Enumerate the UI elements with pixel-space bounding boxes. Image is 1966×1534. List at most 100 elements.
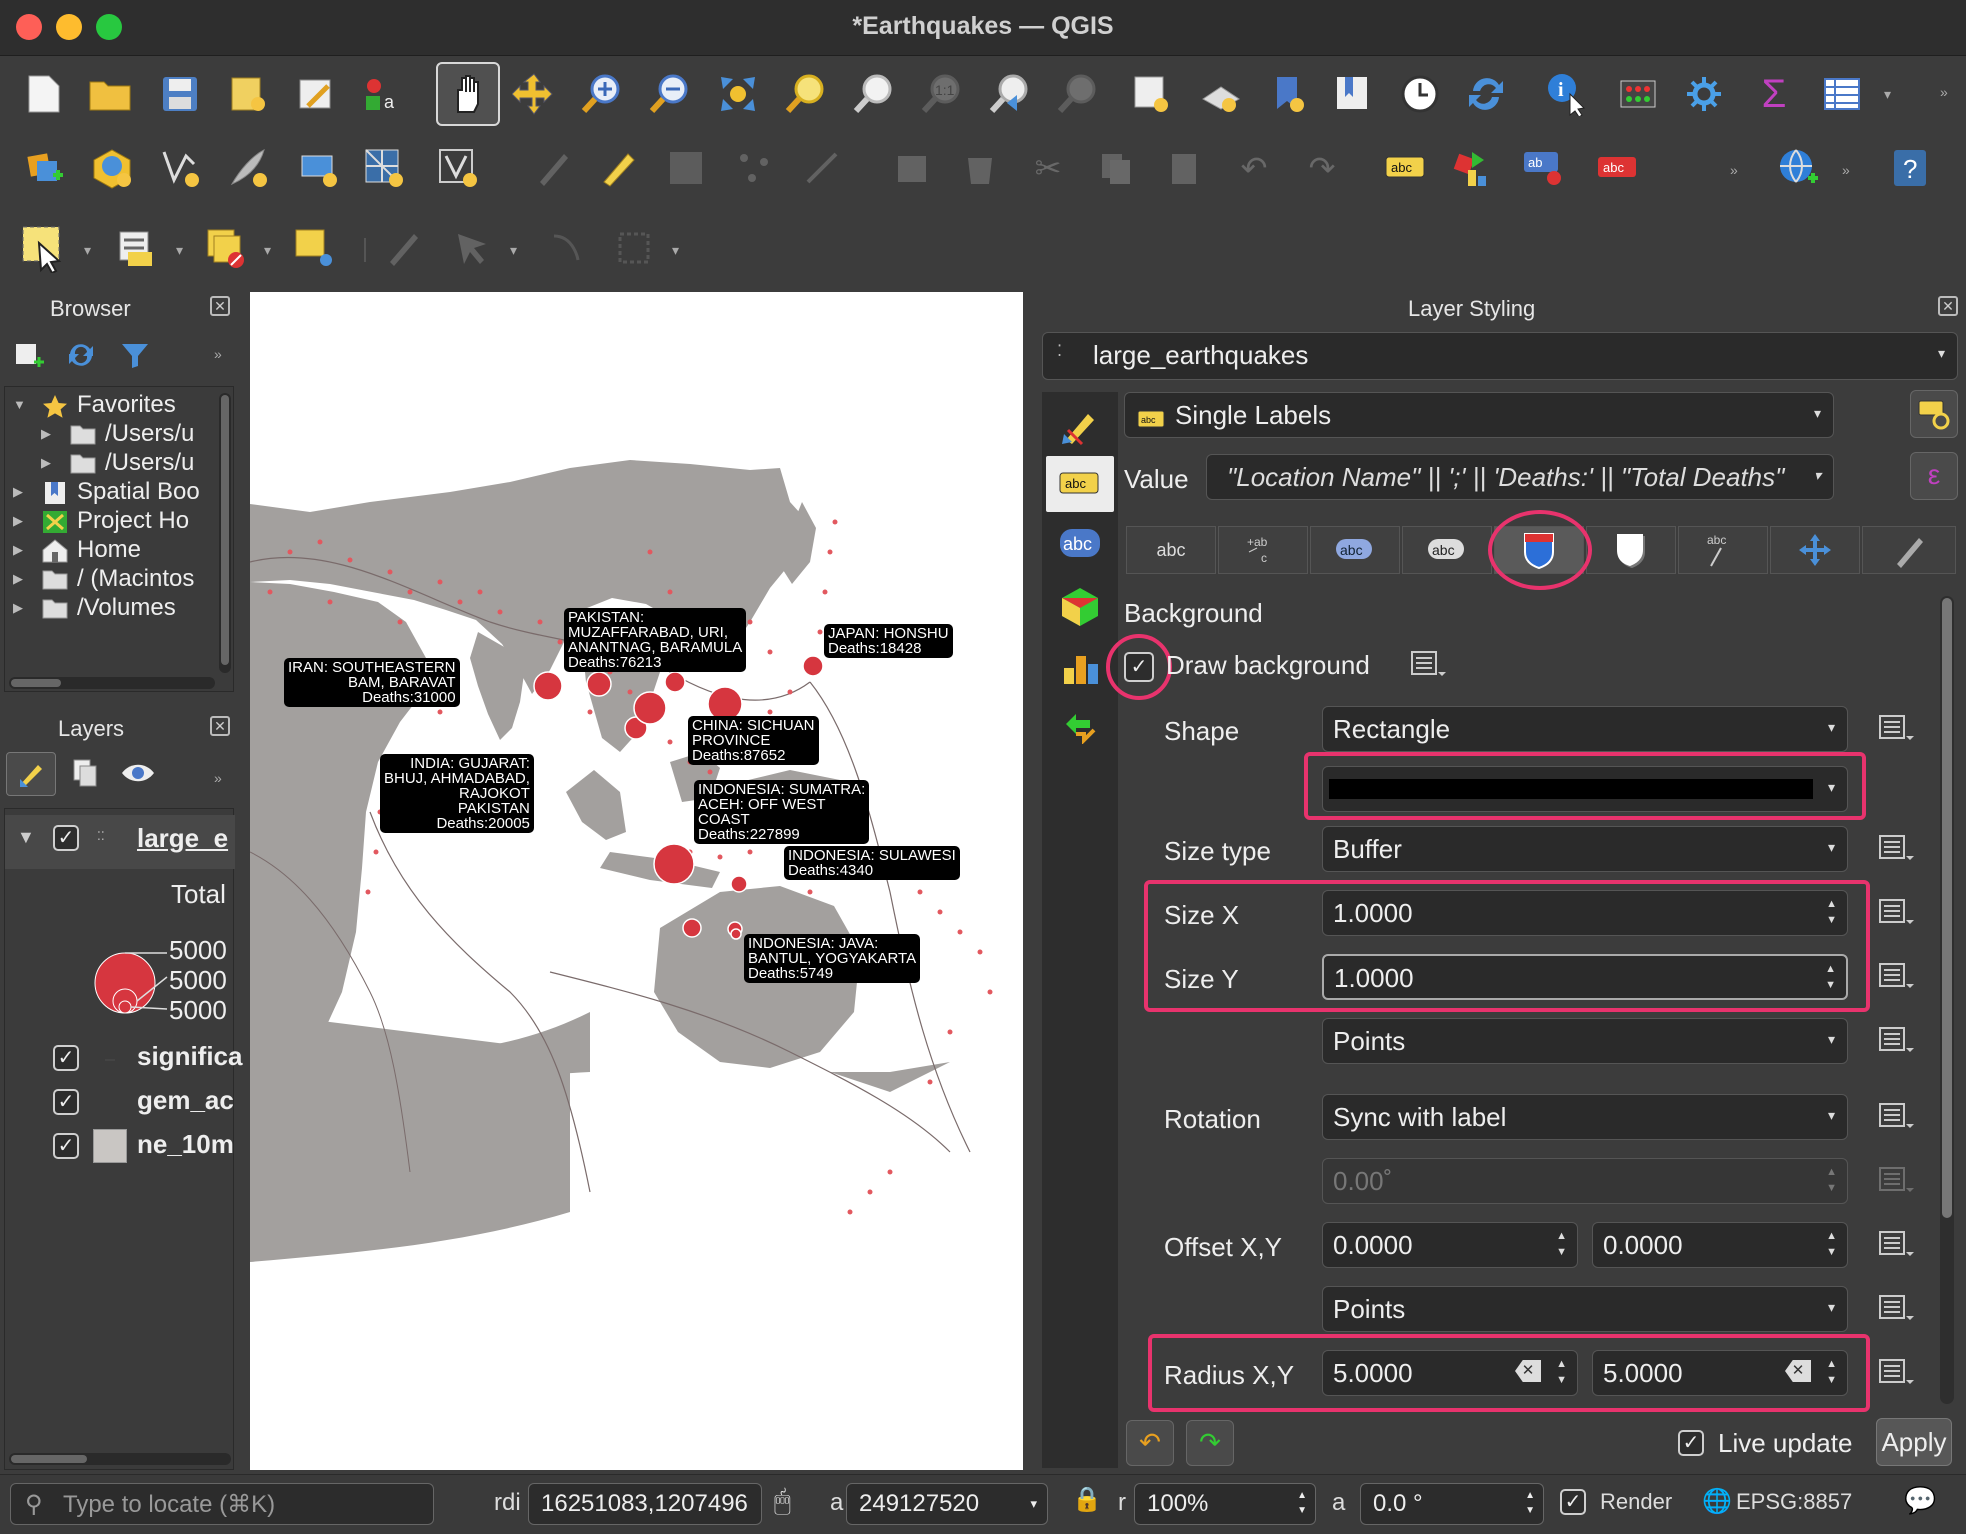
expression-builder-icon[interactable]: ε xyxy=(1910,452,1958,500)
close-layers-panel-button[interactable]: ✕ xyxy=(210,716,230,736)
new-bookmark-icon[interactable] xyxy=(1260,66,1316,122)
annotation-tool-icon[interactable] xyxy=(376,220,432,276)
expand-arrow-icon[interactable]: ▶ xyxy=(13,484,23,500)
new-print-layout-icon[interactable] xyxy=(220,66,276,122)
pan-map-icon[interactable] xyxy=(436,62,500,126)
browser-item[interactable]: ▶ /Users/u xyxy=(5,449,217,478)
chevron-down-icon[interactable]: ▾ xyxy=(264,242,271,259)
new-mesh-layer-icon[interactable] xyxy=(356,140,412,196)
data-defined-override-icon[interactable] xyxy=(1876,1024,1916,1063)
collapse-arrow-icon[interactable]: ▼ xyxy=(13,397,26,412)
expand-arrow-icon[interactable]: ▶ xyxy=(13,542,23,558)
labels-tab-icon[interactable]: abc xyxy=(1046,456,1114,512)
layer-selector[interactable]: ⁚ large_earthquakes ▾ xyxy=(1042,332,1958,380)
offset-x-spinbox[interactable]: 0.0000 ▲ ▼ xyxy=(1322,1222,1578,1268)
label-value-expression[interactable]: "Location Name" || ';' || 'Deaths:' || "… xyxy=(1206,454,1834,500)
show-tips-icon[interactable] xyxy=(1814,66,1870,122)
overflow-icon[interactable]: » xyxy=(1730,162,1738,178)
refresh-icon[interactable] xyxy=(1458,66,1514,122)
new-project-icon[interactable] xyxy=(16,66,72,122)
rotation-combo[interactable]: Sync with label ▾ xyxy=(1322,1094,1848,1140)
new-temporary-layer-icon[interactable] xyxy=(220,140,276,196)
render-checkbox[interactable]: ✓ xyxy=(1560,1489,1586,1515)
diagram-toolbar-icon[interactable] xyxy=(1446,140,1502,196)
select-by-value-icon[interactable] xyxy=(108,220,164,276)
callouts-tab-icon[interactable]: abc xyxy=(1678,526,1768,574)
magnifier-spinbox[interactable]: 100% ▲ ▼ xyxy=(1134,1483,1316,1525)
identify-features-icon[interactable]: i xyxy=(1540,66,1596,122)
browser-item[interactable]: ▼ Favorites xyxy=(5,391,217,420)
manage-visibility-icon[interactable] xyxy=(120,762,156,789)
styling-scrollbar[interactable] xyxy=(1940,596,1954,1404)
modify-attributes-icon[interactable] xyxy=(884,140,940,196)
rotation-angle-spinbox[interactable]: 0.00˚ ▲ ▼ xyxy=(1322,1158,1848,1204)
apply-button[interactable]: Apply xyxy=(1876,1418,1952,1466)
layer-visibility-checkbox[interactable]: ✓ xyxy=(53,1133,79,1159)
statistics-summary-icon[interactable]: Σ xyxy=(1746,66,1802,122)
vertex-tool-icon[interactable] xyxy=(794,140,850,196)
new-geopackage-icon[interactable] xyxy=(84,140,140,196)
data-defined-override-icon[interactable] xyxy=(1876,960,1916,999)
zoom-next-icon[interactable] xyxy=(1050,66,1106,122)
text-tab[interactable]: abc xyxy=(1126,526,1216,574)
overflow-icon[interactable]: » xyxy=(1842,162,1850,178)
active-layer-name[interactable]: large_e xyxy=(137,823,228,854)
chevron-down-icon[interactable]: ▾ xyxy=(176,242,183,259)
layer-name[interactable]: ne_10m xyxy=(137,1129,234,1160)
coordinate-field[interactable]: 16251083,1207496 xyxy=(528,1483,762,1525)
select-by-location-icon[interactable] xyxy=(286,220,342,276)
copy-features-icon[interactable] xyxy=(1088,140,1144,196)
open-attribute-table-icon[interactable] xyxy=(1610,66,1666,122)
browser-item[interactable]: ▶ /Volumes xyxy=(5,594,217,623)
new-spatialite-layer-icon[interactable] xyxy=(430,140,486,196)
data-defined-override-icon[interactable] xyxy=(1876,712,1916,751)
symbology-tab-icon[interactable] xyxy=(1046,398,1114,454)
zoom-native-icon[interactable]: 1:1 xyxy=(914,66,970,122)
messages-icon[interactable]: 💬 xyxy=(1904,1485,1936,1516)
chevron-down-icon[interactable]: ▾ xyxy=(672,242,679,259)
data-source-manager-icon[interactable] xyxy=(16,140,72,196)
redo-style-icon[interactable]: ↷ xyxy=(1186,1420,1234,1466)
style-manager-icon[interactable]: a xyxy=(354,66,410,122)
shadow-tab-icon[interactable] xyxy=(1586,526,1676,574)
expand-arrow-icon[interactable]: ▶ xyxy=(41,455,51,471)
refresh-browser-icon[interactable] xyxy=(66,340,96,375)
toggle-editing-icon[interactable] xyxy=(590,140,646,196)
paste-features-icon[interactable] xyxy=(1156,140,1212,196)
filter-browser-icon[interactable] xyxy=(120,340,150,375)
redo-icon[interactable]: ↷ xyxy=(1294,140,1350,196)
lock-scale-icon[interactable]: 🔒 xyxy=(1072,1485,1102,1514)
chevron-down-icon[interactable]: ▾ xyxy=(510,242,517,259)
add-selected-layers-icon[interactable] xyxy=(14,340,44,377)
zoom-full-icon[interactable] xyxy=(710,66,766,122)
shape-combo[interactable]: Rectangle ▾ xyxy=(1322,706,1848,752)
chevron-down-icon[interactable]: ▾ xyxy=(84,242,91,259)
layer-visibility-checkbox[interactable]: ✓ xyxy=(53,825,79,851)
toggle-extents-icon[interactable]: 🖱 xyxy=(774,1485,791,1518)
show-bookmarks-icon[interactable] xyxy=(1324,66,1380,122)
browser-item[interactable]: ▶ / (Macintos xyxy=(5,565,217,594)
scale-combo[interactable]: 249127520 ▾ xyxy=(846,1483,1048,1525)
data-defined-override-icon[interactable] xyxy=(1876,896,1916,935)
expand-arrow-icon[interactable]: ▶ xyxy=(13,513,23,529)
diagrams-tab-icon[interactable] xyxy=(1046,638,1114,694)
layer-name[interactable]: significa xyxy=(137,1041,242,1072)
layout-manager-icon[interactable] xyxy=(288,66,344,122)
globe-plugin-icon[interactable] xyxy=(1770,140,1826,196)
overflow-icon[interactable]: » xyxy=(214,770,222,786)
add-group-icon[interactable] xyxy=(70,758,100,793)
current-edits-icon[interactable] xyxy=(526,140,582,196)
zoom-to-layer-icon[interactable] xyxy=(846,66,902,122)
overflow-icon[interactable]: » xyxy=(214,346,222,362)
pin-labels-icon[interactable]: ab xyxy=(1516,140,1572,196)
label-toolbar-icon[interactable]: abc xyxy=(1378,140,1434,196)
collapse-arrow-icon[interactable]: ▼ xyxy=(17,827,35,848)
layers-hscrollbar[interactable] xyxy=(9,1453,231,1465)
new-virtual-layer-icon[interactable] xyxy=(290,140,346,196)
data-defined-override-icon[interactable] xyxy=(1876,1228,1916,1267)
formatting-tab-icon[interactable]: +ab c xyxy=(1218,526,1308,574)
browser-scrollbar[interactable] xyxy=(219,393,231,673)
undo-style-icon[interactable]: ↶ xyxy=(1126,1420,1174,1466)
temporal-controller-icon[interactable] xyxy=(1392,66,1448,122)
processing-toolbox-icon[interactable] xyxy=(1676,66,1732,122)
